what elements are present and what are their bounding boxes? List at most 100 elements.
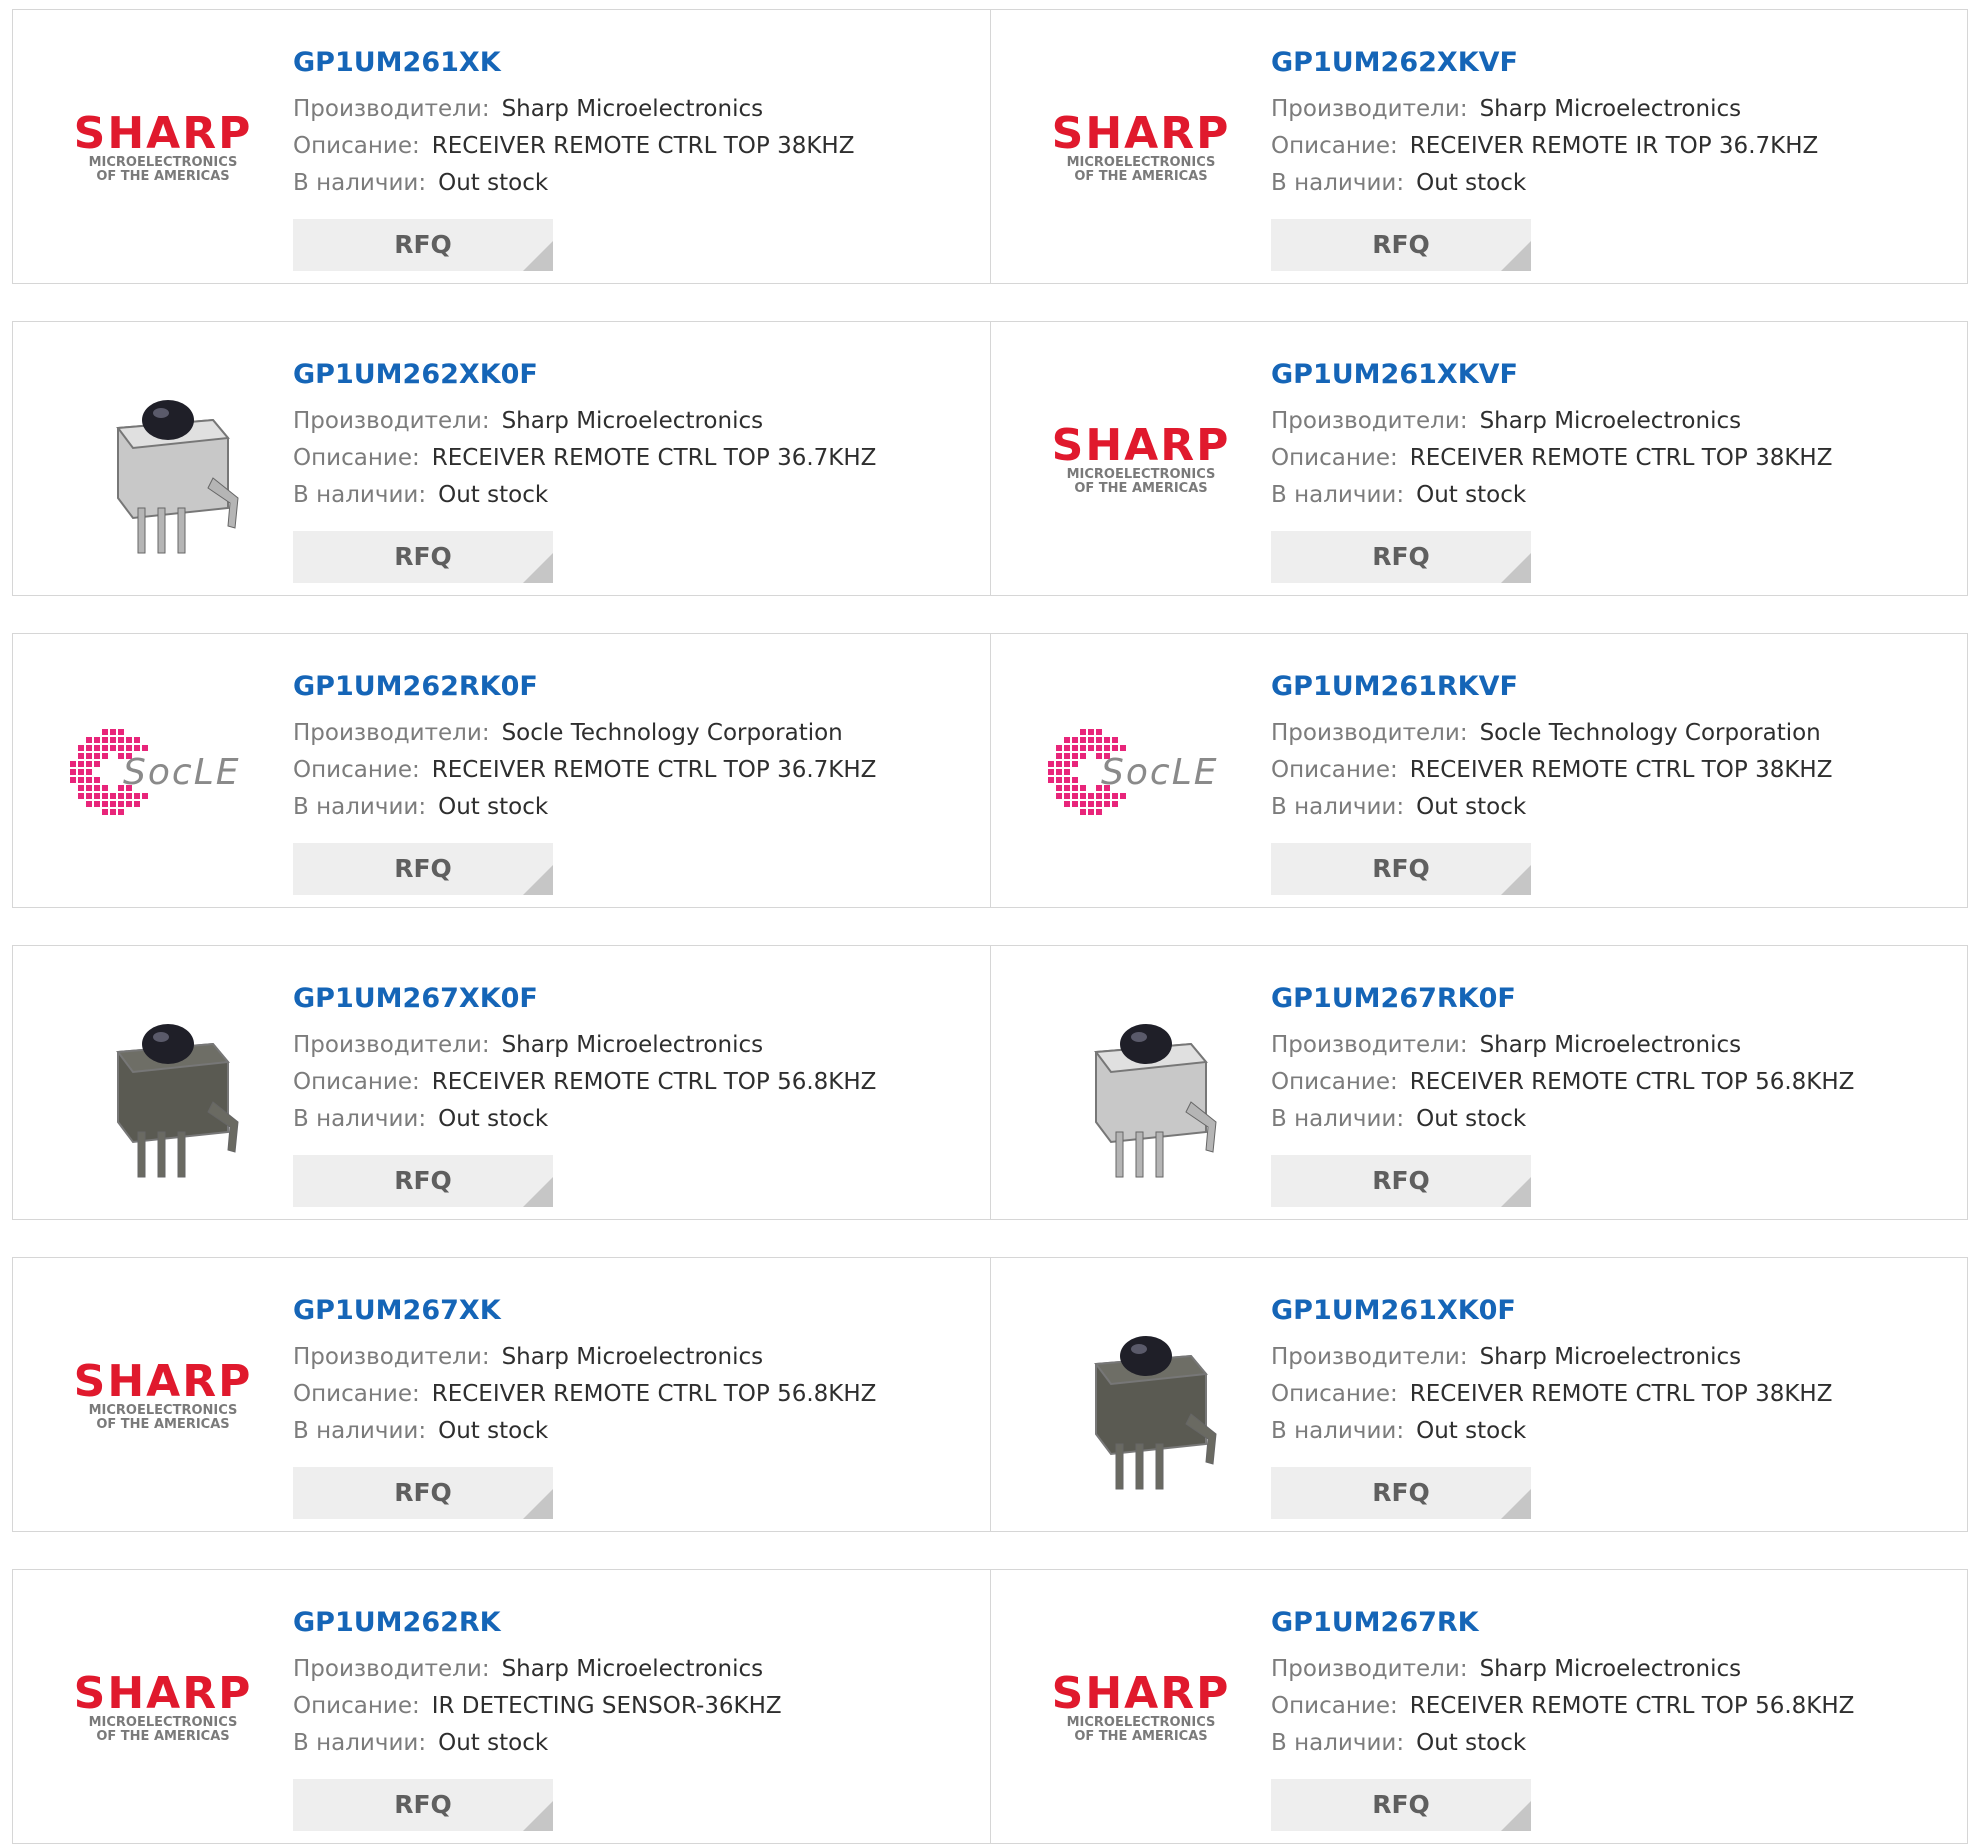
product-image-link[interactable]: SHARP MICROELECTRONICS OF THE AMERICAS [53, 38, 273, 258]
description-label: Описание: [1271, 1069, 1398, 1095]
manufacturer-value: Sharp Microelectronics [501, 1032, 764, 1058]
part-number-link[interactable]: GP1UM267RK0F [1271, 982, 1957, 1016]
rfq-button[interactable]: RFQ [293, 531, 553, 583]
manufacturer-row: Производители: Sharp Microelectronics [293, 91, 980, 128]
product-image-link[interactable] [53, 350, 273, 570]
rfq-button[interactable]: RFQ [1271, 219, 1531, 271]
product-image-link[interactable]: SocLE [53, 662, 273, 882]
part-number-link[interactable]: GP1UM261XK0F [1271, 1294, 1957, 1328]
rfq-button[interactable]: RFQ [293, 1467, 553, 1519]
manufacturer-label: Производители: [1271, 1656, 1468, 1682]
part-number-link[interactable]: GP1UM261XK [293, 46, 980, 80]
rfq-label: RFQ [394, 1790, 452, 1819]
rfq-label: RFQ [394, 1166, 452, 1195]
corner-triangle-icon [523, 1489, 553, 1519]
description-row: Описание: RECEIVER REMOTE CTRL TOP 56.8KH… [1271, 1688, 1957, 1725]
product-image-link[interactable]: SHARP MICROELECTRONICS OF THE AMERICAS [53, 1598, 273, 1818]
rfq-button[interactable]: RFQ [1271, 1779, 1531, 1831]
manufacturer-label: Производители: [293, 1344, 490, 1370]
description-value: RECEIVER REMOTE CTRL TOP 36.7KHZ [431, 757, 877, 783]
rfq-button[interactable]: RFQ [293, 219, 553, 271]
product-card: GP1UM262XK0F Производители: Sharp Microele… [12, 321, 991, 596]
corner-triangle-icon [1501, 1489, 1531, 1519]
product-image-link[interactable]: SHARP MICROELECTRONICS OF THE AMERICAS [53, 1286, 273, 1506]
stock-label: В наличии: [1271, 170, 1405, 196]
stock-row: В наличии: Out stock [293, 789, 980, 826]
manufacturer-row: Производители: Sharp Microelectronics [293, 1651, 980, 1688]
rfq-button[interactable]: RFQ [293, 1779, 553, 1831]
description-value: RECEIVER REMOTE CTRL TOP 38KHZ [1409, 445, 1833, 471]
rfq-button[interactable]: RFQ [1271, 843, 1531, 895]
description-row: Описание: RECEIVER REMOTE CTRL TOP 38KHZ [1271, 440, 1957, 477]
manufacturer-value: Sharp Microelectronics [501, 96, 764, 122]
stock-row: В наличии: Out stock [1271, 1725, 1957, 1762]
ir-receiver-photo [63, 982, 263, 1186]
socle-logo: SocLE [63, 722, 263, 822]
product-card: GP1UM261XK0F Производители: Sharp Microele… [990, 1257, 1968, 1532]
manufacturer-row: Производители: Sharp Microelectronics [1271, 91, 1957, 128]
description-row: Описание: RECEIVER REMOTE CTRL TOP 38KHZ [293, 128, 980, 165]
part-number-link[interactable]: GP1UM261RKVF [1271, 670, 1957, 704]
sharp-logo: SHARP MICROELECTRONICS OF THE AMERICAS [1051, 108, 1231, 184]
ir-receiver-photo [1041, 982, 1241, 1186]
description-label: Описание: [293, 1693, 420, 1719]
stock-label: В наличии: [1271, 1106, 1405, 1132]
manufacturer-label: Производители: [1271, 720, 1468, 746]
stock-label: В наличии: [293, 794, 427, 820]
part-number-link[interactable]: GP1UM267XK [293, 1294, 980, 1328]
description-value: RECEIVER REMOTE CTRL TOP 56.8KHZ [1409, 1693, 1855, 1719]
product-image-link[interactable]: SHARP MICROELECTRONICS OF THE AMERICAS [1031, 1598, 1251, 1818]
product-info: GP1UM262RK0F Производители: Socle Technolo… [293, 670, 980, 895]
rfq-button[interactable]: RFQ [293, 1155, 553, 1207]
product-image-link[interactable] [53, 974, 273, 1194]
part-number-link[interactable]: GP1UM262XK0F [293, 358, 980, 392]
description-row: Описание: RECEIVER REMOTE CTRL TOP 38KHZ [1271, 1376, 1957, 1413]
corner-triangle-icon [1501, 241, 1531, 271]
product-card: SHARP MICROELECTRONICS OF THE AMERICAS GP1U… [990, 9, 1968, 284]
description-label: Описание: [293, 133, 420, 159]
rfq-label: RFQ [1372, 1166, 1430, 1195]
rfq-button[interactable]: RFQ [1271, 1467, 1531, 1519]
description-row: Описание: RECEIVER REMOTE CTRL TOP 56.8KH… [293, 1376, 980, 1413]
stock-value: Out stock [438, 1418, 549, 1444]
description-value: RECEIVER REMOTE CTRL TOP 56.8KHZ [1409, 1069, 1855, 1095]
part-number-link[interactable]: GP1UM267XK0F [293, 982, 980, 1016]
manufacturer-label: Производители: [293, 1656, 490, 1682]
corner-triangle-icon [523, 1801, 553, 1831]
stock-row: В наличии: Out stock [1271, 165, 1957, 202]
manufacturer-label: Производители: [293, 1032, 490, 1058]
stock-label: В наличии: [1271, 482, 1405, 508]
stock-row: В наличии: Out stock [1271, 1413, 1957, 1450]
stock-value: Out stock [1416, 170, 1527, 196]
rfq-button[interactable]: RFQ [1271, 531, 1531, 583]
part-number-link[interactable]: GP1UM262RK [293, 1606, 980, 1640]
rfq-button[interactable]: RFQ [1271, 1155, 1531, 1207]
rfq-button[interactable]: RFQ [293, 843, 553, 895]
part-number-link[interactable]: GP1UM267RK [1271, 1606, 1957, 1640]
product-info: GP1UM262XKVF Производители: Sharp Microele… [1271, 46, 1957, 271]
stock-row: В наличии: Out stock [1271, 1101, 1957, 1138]
product-info: GP1UM262RK Производители: Sharp Microelect… [293, 1606, 980, 1831]
stock-label: В наличии: [293, 1418, 427, 1444]
sharp-logo: SHARP MICROELECTRONICS OF THE AMERICAS [73, 108, 253, 184]
product-image-link[interactable]: SocLE [1031, 662, 1251, 882]
product-image-link[interactable]: SHARP MICROELECTRONICS OF THE AMERICAS [1031, 38, 1251, 258]
manufacturer-label: Производители: [1271, 1032, 1468, 1058]
stock-label: В наличии: [1271, 1730, 1405, 1756]
part-number-link[interactable]: GP1UM262RK0F [293, 670, 980, 704]
stock-row: В наличии: Out stock [293, 165, 980, 202]
stock-row: В наличии: Out stock [1271, 789, 1957, 826]
part-number-link[interactable]: GP1UM261XKVF [1271, 358, 1957, 392]
manufacturer-value: Sharp Microelectronics [501, 1656, 764, 1682]
product-image-link[interactable] [1031, 1286, 1251, 1506]
product-image-link[interactable]: SHARP MICROELECTRONICS OF THE AMERICAS [1031, 350, 1251, 570]
product-card: SocLE GP1UM261RKVF Производители: Socle Tec… [990, 633, 1968, 908]
product-image-link[interactable] [1031, 974, 1251, 1194]
product-info: GP1UM267XK0F Производители: Sharp Microele… [293, 982, 980, 1207]
description-label: Описание: [1271, 445, 1398, 471]
product-info: GP1UM261RKVF Производители: Socle Technolo… [1271, 670, 1957, 895]
description-value: RECEIVER REMOTE CTRL TOP 36.7KHZ [431, 445, 877, 471]
part-number-link[interactable]: GP1UM262XKVF [1271, 46, 1957, 80]
manufacturer-value: Sharp Microelectronics [1479, 96, 1742, 122]
sharp-logo: SHARP MICROELECTRONICS OF THE AMERICAS [1051, 420, 1231, 496]
